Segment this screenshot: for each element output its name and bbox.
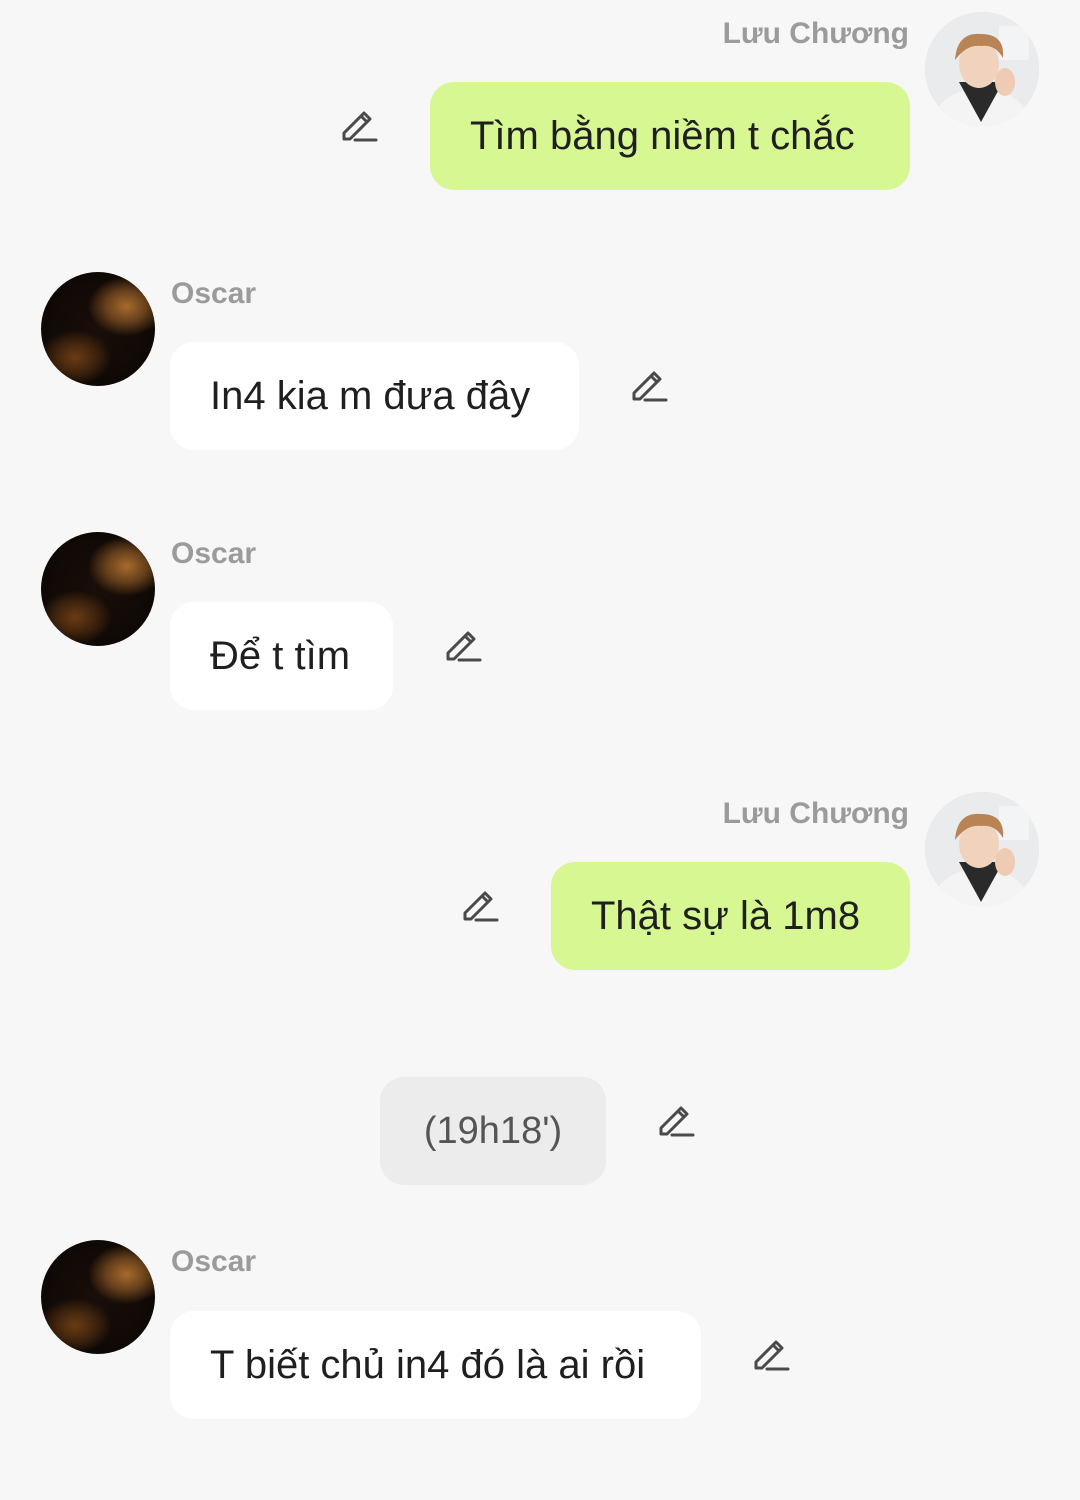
message-text: Tìm bằng niềm t chắc <box>470 114 855 158</box>
avatar[interactable] <box>41 532 155 646</box>
message-bubble[interactable]: Để t tìm <box>170 602 393 710</box>
pencil-edit-icon <box>446 631 482 662</box>
sender-name: Lưu Chương <box>722 797 909 830</box>
sender-name: Oscar <box>171 1245 257 1278</box>
person-photo-icon <box>925 792 1039 906</box>
edit-button[interactable] <box>749 1331 793 1380</box>
message-text: T biết chủ in4 đó là ai rồi <box>210 1343 646 1387</box>
message-text: Thật sự là 1m8 <box>591 894 861 938</box>
pencil-edit-icon <box>754 1340 790 1371</box>
pencil-edit-icon <box>463 891 499 922</box>
edit-button[interactable] <box>458 882 502 931</box>
message-bubble[interactable]: Thật sự là 1m8 <box>551 862 910 970</box>
sender-name: Lưu Chương <box>722 17 909 50</box>
pencil-edit-icon <box>659 1106 695 1137</box>
time-text: (19h18') <box>423 1110 563 1152</box>
time-bubble[interactable]: (19h18') <box>380 1077 606 1185</box>
pencil-edit-icon <box>342 111 378 142</box>
edit-button[interactable] <box>627 362 671 411</box>
avatar[interactable] <box>925 792 1039 906</box>
edit-button[interactable] <box>337 102 381 151</box>
message-text: Để t tìm <box>210 634 351 678</box>
edit-button[interactable] <box>441 622 485 671</box>
message-bubble[interactable]: In4 kia m đưa đây <box>170 342 579 450</box>
avatar[interactable] <box>925 12 1039 126</box>
avatar[interactable] <box>41 272 155 386</box>
message-text: In4 kia m đưa đây <box>210 374 531 418</box>
pencil-edit-icon <box>632 371 668 402</box>
avatar[interactable] <box>41 1240 155 1354</box>
message-bubble[interactable]: T biết chủ in4 đó là ai rồi <box>170 1311 701 1419</box>
sender-name: Oscar <box>171 277 257 310</box>
message-bubble[interactable]: Tìm bằng niềm t chắc <box>430 82 910 190</box>
sender-name: Oscar <box>171 537 257 570</box>
person-photo-icon <box>925 12 1039 126</box>
edit-button[interactable] <box>654 1097 698 1146</box>
